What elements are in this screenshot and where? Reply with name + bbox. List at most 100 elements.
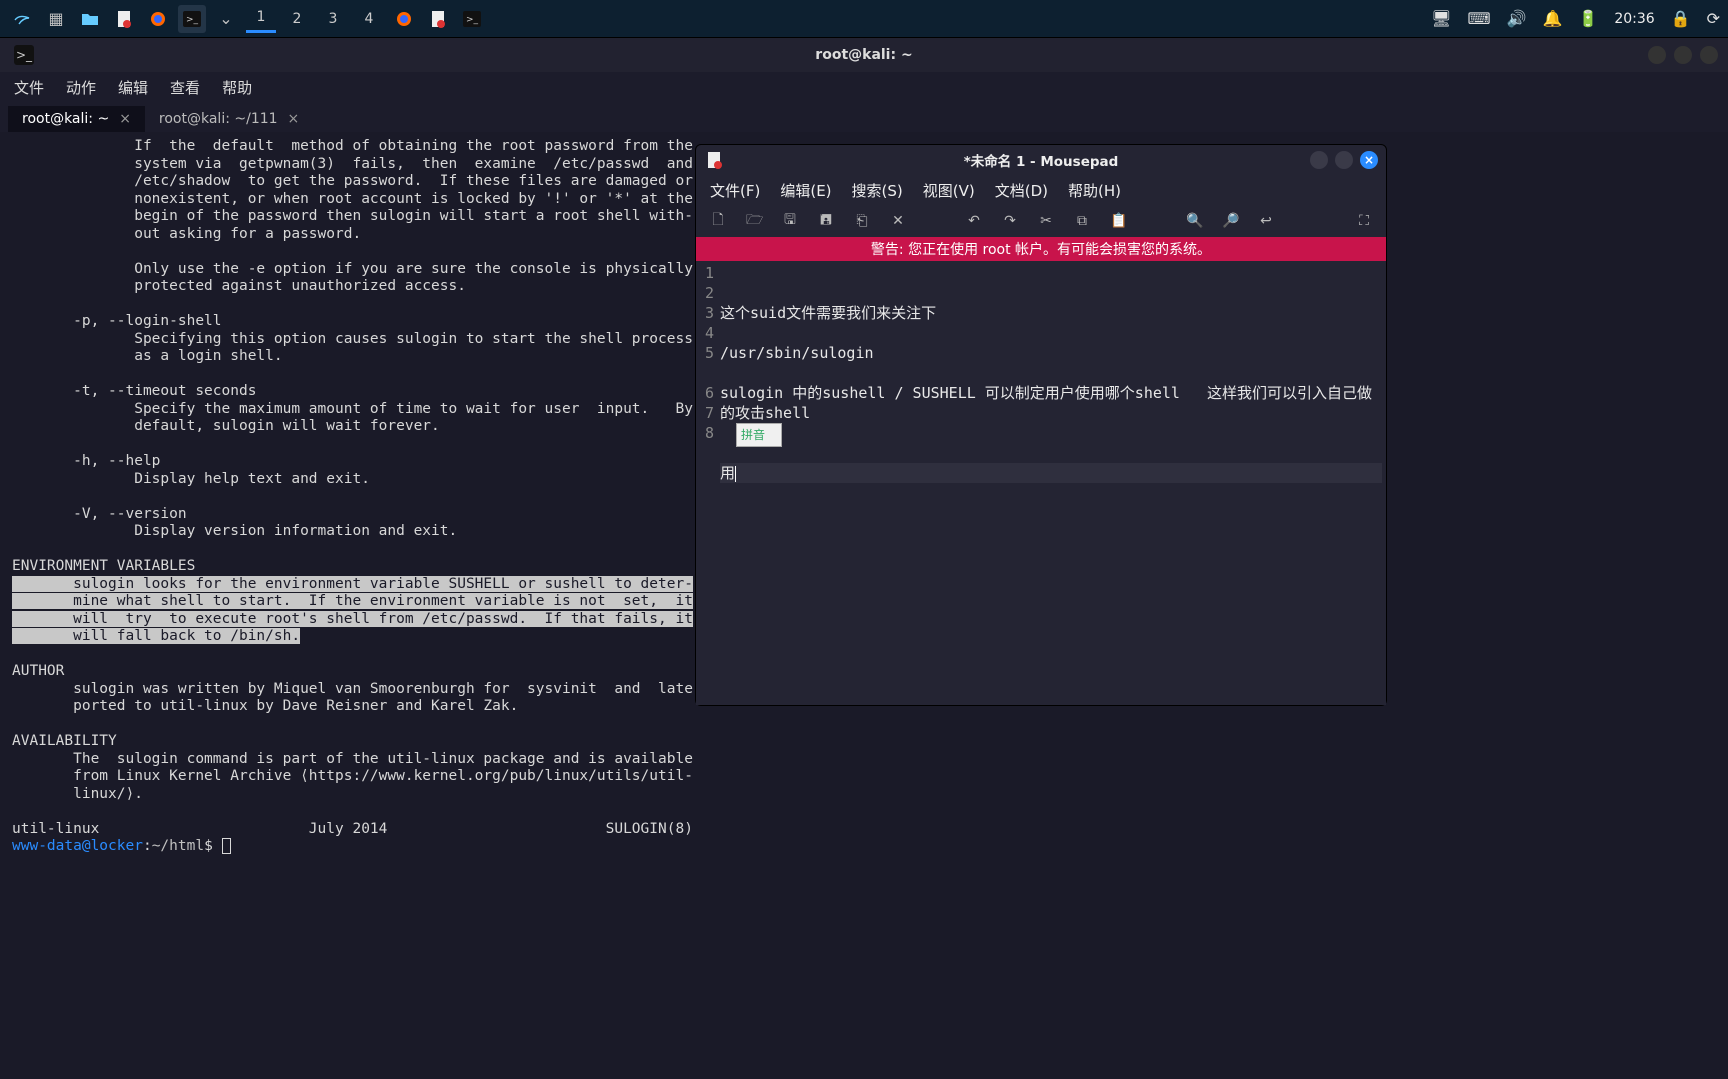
menu-file[interactable]: 文件 <box>14 77 44 98</box>
terminal-tab-label: root@kali: ~ <box>22 111 109 127</box>
replace-icon[interactable]: 🔎 <box>1222 213 1238 229</box>
text-caret <box>735 466 736 482</box>
battery-icon[interactable]: 🔋 <box>1578 9 1598 28</box>
workspace-1[interactable]: 1 <box>246 5 276 33</box>
line-number: 4 <box>698 323 714 343</box>
line-number: 6 <box>698 383 714 403</box>
fullscreen-icon[interactable]: ⛶ <box>1356 213 1372 229</box>
desktop-taskbar: ▦ >_ ⌄ 1 2 3 4 >_ 🖥 ⌨ 🔊 🔔 🔋 2 <box>0 0 1728 38</box>
workspace-4[interactable]: 4 <box>354 5 384 33</box>
menu-actions[interactable]: 动作 <box>66 77 96 98</box>
kali-menu-icon[interactable] <box>8 5 36 33</box>
terminal-titlebar[interactable]: >_ root@kali: ~ <box>0 38 1728 72</box>
new-file-icon[interactable]: 🗋 <box>710 209 726 233</box>
editor-text-area[interactable]: 这个suid文件需要我们来关注下/usr/sbin/sulogin sulogin… <box>716 261 1386 705</box>
editor-line[interactable] <box>720 363 1382 383</box>
svg-text:>_: >_ <box>466 15 479 25</box>
line-number: 5 <box>698 343 714 363</box>
terminal-tab-label: root@kali: ~/111 <box>159 111 278 127</box>
editor-line[interactable]: /usr/sbin/sulogin <box>720 343 1382 363</box>
terminal-tab[interactable]: root@kali: ~/111 × <box>145 106 313 132</box>
menu-edit[interactable]: 编辑(E) <box>780 180 831 201</box>
prompt-sep: : <box>143 838 152 854</box>
close-button[interactable] <box>1700 46 1718 64</box>
editor-line[interactable] <box>720 323 1382 343</box>
doc-blocked-icon[interactable] <box>110 5 138 33</box>
cut-icon[interactable]: ✂ <box>1038 213 1054 229</box>
workspace-3[interactable]: 3 <box>318 5 348 33</box>
notifications-icon[interactable]: 🔔 <box>1542 9 1562 28</box>
menu-view[interactable]: 查看 <box>170 77 200 98</box>
minimize-button[interactable] <box>1310 151 1328 169</box>
volume-icon[interactable]: 🔊 <box>1507 9 1527 28</box>
editor-line[interactable]: 用 <box>720 463 1382 483</box>
editor-line[interactable] <box>720 443 1382 463</box>
mousepad-app-icon <box>706 151 724 169</box>
terminal-running-icon[interactable]: >_ <box>458 5 486 33</box>
goto-icon[interactable]: ↩ <box>1258 213 1274 229</box>
menu-search[interactable]: 搜索(S) <box>852 180 903 201</box>
line-number: 8 <box>698 423 714 443</box>
line-number: 3 <box>698 303 714 323</box>
svg-text:>_: >_ <box>186 15 199 25</box>
editor-line[interactable] <box>720 423 1382 443</box>
terminal-tab[interactable]: root@kali: ~ × <box>8 106 145 132</box>
maximize-button[interactable] <box>1335 151 1353 169</box>
mousepad-menubar: 文件(F) 编辑(E) 搜索(S) 视图(V) 文档(D) 帮助(H) <box>696 175 1386 205</box>
terminal-app-icon[interactable]: >_ <box>178 5 206 33</box>
find-icon[interactable]: 🔍 <box>1186 213 1202 229</box>
close-doc-icon[interactable]: ✕ <box>890 213 906 229</box>
save-icon[interactable]: 🖫 <box>782 209 798 233</box>
workspace-2[interactable]: 2 <box>282 5 312 33</box>
revert-icon[interactable]: ⎗ <box>854 213 870 229</box>
clock[interactable]: 20:36 <box>1614 11 1654 27</box>
copy-icon[interactable]: ⧉ <box>1074 213 1090 229</box>
doc-running-icon[interactable] <box>424 5 452 33</box>
terminal-cursor <box>222 838 231 854</box>
selected-text: sulogin looks for the environment variab… <box>12 576 693 645</box>
folder-dark-icon[interactable]: ▦ <box>42 5 70 33</box>
root-warning-banner: 警告: 您正在使用 root 帐户。有可能会损害您的系统。 <box>696 237 1386 261</box>
ime-candidate-box[interactable]: 拼音 <box>736 423 782 447</box>
line-number: 1 <box>698 263 714 283</box>
editor-line[interactable]: 这个suid文件需要我们来关注下 <box>720 303 1382 323</box>
taskbar-dropdown-icon[interactable]: ⌄ <box>212 5 240 33</box>
menu-edit[interactable]: 编辑 <box>118 77 148 98</box>
line-number: 2 <box>698 283 714 303</box>
editor-line[interactable]: sulogin 中的sushell / SUSHELL 可以制定用户使用哪个sh… <box>720 383 1382 423</box>
save-as-icon[interactable]: 🖪 <box>818 209 834 233</box>
mousepad-editor[interactable]: 12345 678 这个suid文件需要我们来关注下/usr/sbin/sulo… <box>696 261 1386 705</box>
prompt-end: $ <box>204 838 221 854</box>
lock-icon[interactable]: 🔒 <box>1671 9 1691 28</box>
line-number-gutter: 12345 678 <box>696 261 716 705</box>
undo-icon[interactable]: ↶ <box>966 213 982 229</box>
manpage-text-post: AUTHOR sulogin was written by Miquel van… <box>12 663 702 837</box>
files-icon[interactable] <box>76 5 104 33</box>
menu-view[interactable]: 视图(V) <box>923 180 975 201</box>
menu-document[interactable]: 文档(D) <box>995 180 1048 201</box>
terminal-tabsbar: root@kali: ~ × root@kali: ~/111 × <box>0 102 1728 132</box>
mousepad-toolbar: 🗋 🗁 🖫 🖪 ⎗ ✕ ↶ ↷ ✂ ⧉ 📋 🔍 🔎 ↩ ⛶ <box>696 205 1386 237</box>
keyboard-icon[interactable]: ⌨ <box>1467 9 1490 28</box>
paste-icon[interactable]: 📋 <box>1110 213 1126 229</box>
close-button[interactable]: × <box>1360 151 1378 169</box>
window-controls <box>1648 46 1718 64</box>
minimize-button[interactable] <box>1648 46 1666 64</box>
terminal-icon: >_ <box>14 45 34 65</box>
maximize-button[interactable] <box>1674 46 1692 64</box>
open-file-icon[interactable]: 🗁 <box>746 209 762 233</box>
line-number: 7 <box>698 403 714 423</box>
taskbar-right: 🖥 ⌨ 🔊 🔔 🔋 20:36 🔒 ⟳ <box>1431 9 1720 28</box>
redo-icon[interactable]: ↷ <box>1002 213 1018 229</box>
menu-help[interactable]: 帮助 <box>222 77 252 98</box>
power-icon[interactable]: ⟳ <box>1707 9 1720 28</box>
mousepad-titlebar[interactable]: *未命名 1 - Mousepad × <box>696 145 1386 175</box>
close-icon[interactable]: × <box>119 111 131 127</box>
close-icon[interactable]: × <box>288 111 300 127</box>
menu-file[interactable]: 文件(F) <box>710 180 760 201</box>
menu-help[interactable]: 帮助(H) <box>1068 180 1121 201</box>
firefox-running-icon[interactable] <box>390 5 418 33</box>
display-icon[interactable]: 🖥 <box>1431 9 1451 28</box>
terminal-title: root@kali: ~ <box>815 47 912 63</box>
firefox-icon[interactable] <box>144 5 172 33</box>
